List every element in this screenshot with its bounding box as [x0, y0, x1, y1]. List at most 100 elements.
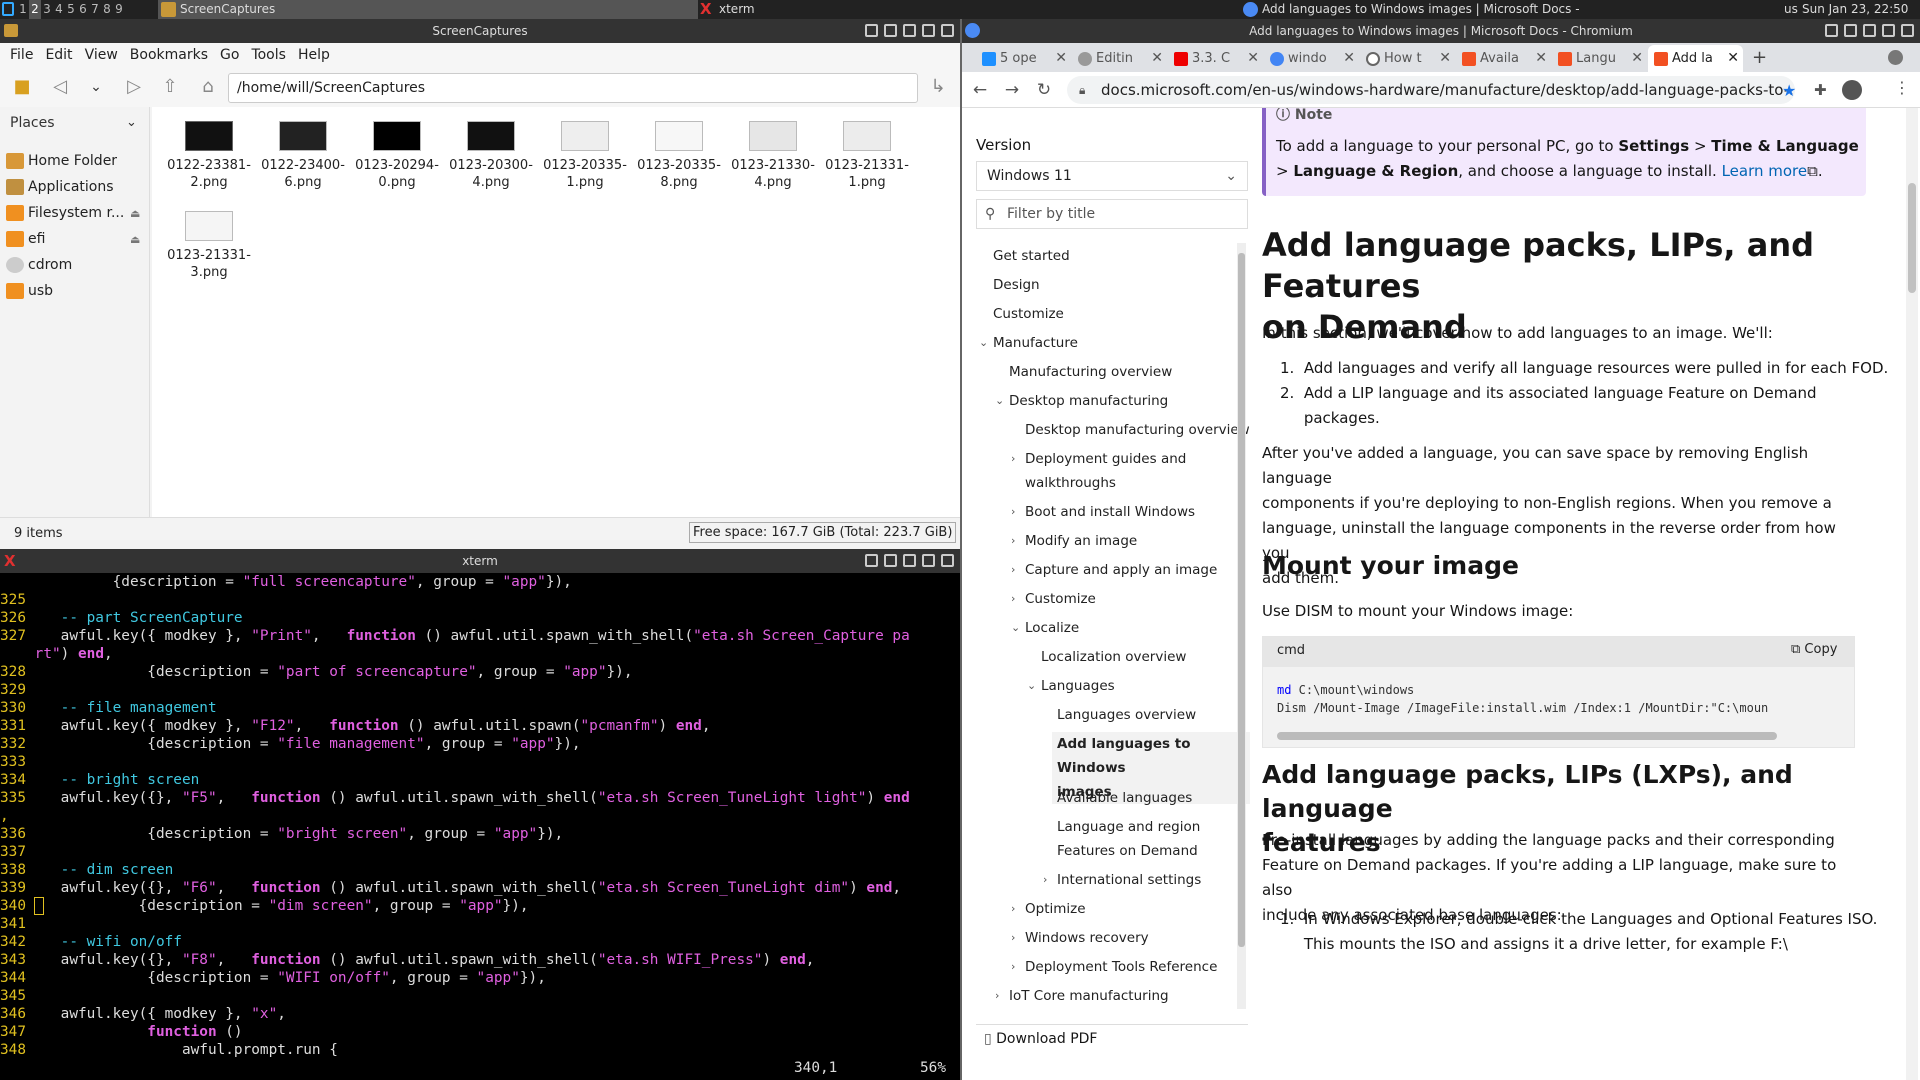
learn-more-link[interactable]: Learn more	[1722, 162, 1808, 180]
toc-desktop-manufacturing[interactable]: ⌄ Desktop manufacturing	[995, 389, 1168, 413]
new-tab-icon[interactable]: +	[1752, 47, 1767, 68]
version-select[interactable]: Windows 11 ⌄	[976, 161, 1248, 191]
task-xterm[interactable]: X xterm	[697, 0, 1232, 19]
tile-icon[interactable]	[1825, 24, 1838, 37]
tab-4[interactable]: windo ✕	[1264, 45, 1359, 72]
workspace-8[interactable]: 8	[101, 0, 113, 19]
close-icon[interactable]	[1901, 24, 1914, 37]
toc-localize[interactable]: ⌄ Localize	[1011, 616, 1079, 640]
copy-button[interactable]: ⧉ Copy	[1791, 642, 1837, 657]
workspace-1[interactable]: 1	[17, 0, 29, 19]
toc-get-started[interactable]: Get started	[993, 244, 1070, 268]
file-item[interactable]: 0123-20335- 1.png	[540, 121, 630, 191]
workspace-7[interactable]: 7	[89, 0, 101, 19]
filemanager-titlebar[interactable]: ScreenCaptures	[0, 19, 960, 43]
toc-languages[interactable]: ⌄ Languages	[1027, 674, 1115, 698]
tab-1[interactable]: 5 ope ✕	[976, 45, 1071, 72]
place-cdrom[interactable]: cdrom	[4, 253, 146, 277]
go-icon[interactable]: ↳	[926, 75, 950, 99]
toc-iot-core[interactable]: › IoT Core manufacturing	[995, 984, 1169, 1008]
workspace-6[interactable]: 6	[77, 0, 89, 19]
close-icon[interactable]: ✕	[1247, 45, 1259, 72]
toc-desktop-overview[interactable]: Desktop manufacturing overview	[1025, 418, 1250, 442]
close-icon[interactable]	[941, 554, 954, 567]
xterm-titlebar[interactable]: X xterm	[0, 549, 960, 573]
file-item[interactable]: 0122-23400- 6.png	[258, 121, 348, 191]
toc-manufacturing-overview[interactable]: Manufacturing overview	[1009, 360, 1172, 384]
launcher-icon[interactable]	[2, 2, 14, 16]
chevron-down-icon[interactable]: ⌄	[126, 115, 137, 130]
url-input[interactable]: 🔒︎ docs.microsoft.com/en-us/windows-hard…	[1067, 76, 1795, 104]
close-icon[interactable]: ✕	[1055, 45, 1067, 72]
lock-icon[interactable]: 🔒︎	[1079, 76, 1085, 104]
tab-3[interactable]: 3.3. C ✕	[1168, 45, 1263, 72]
toc-deployment-guides[interactable]: › Deployment guides and walkthroughs	[1011, 447, 1186, 495]
forward-icon[interactable]: →	[1000, 78, 1024, 102]
up-icon[interactable]: ⇧	[158, 75, 182, 99]
toc-design[interactable]: Design	[993, 273, 1040, 297]
close-icon[interactable]	[941, 24, 954, 37]
bookmark-star-icon[interactable]: ★	[1782, 81, 1796, 100]
new-tab-icon[interactable]: ■	[10, 75, 34, 99]
close-icon[interactable]: ✕	[1727, 45, 1739, 72]
task-filemanager[interactable]: ScreenCaptures	[158, 0, 698, 19]
close-icon[interactable]: ✕	[1343, 45, 1355, 72]
toc-capture-apply[interactable]: › Capture and apply an image	[1011, 558, 1217, 582]
page-scrollbar[interactable]	[1906, 108, 1918, 1080]
path-input[interactable]: /home/will/ScreenCaptures	[228, 73, 918, 103]
profile-avatar[interactable]	[1842, 80, 1862, 100]
workspace-9[interactable]: 9	[113, 0, 125, 19]
tab-8-active[interactable]: Add la ✕	[1648, 45, 1743, 72]
file-item[interactable]: 0123-21330- 4.png	[728, 121, 818, 191]
toc-boot-install[interactable]: › Boot and install Windows	[1011, 500, 1195, 524]
toc-languages-overview[interactable]: Languages overview	[1057, 703, 1196, 727]
eject-icon[interactable]: ⏏	[130, 207, 140, 220]
menu-go[interactable]: Go	[214, 43, 245, 67]
move-icon[interactable]	[884, 24, 897, 37]
tile-icon[interactable]	[865, 24, 878, 37]
menu-file[interactable]: File	[4, 43, 39, 67]
maximize-icon[interactable]	[922, 24, 935, 37]
code-scrollbar[interactable]	[1277, 732, 1777, 740]
terminal[interactable]: {description = "full screencapture", gro…	[0, 573, 960, 1080]
file-item[interactable]: 0123-20294- 0.png	[352, 121, 442, 191]
reload-icon[interactable]: ↻	[1032, 78, 1056, 102]
tab-search-icon[interactable]	[1888, 50, 1903, 65]
place-efi[interactable]: efi	[4, 227, 146, 251]
chromium-titlebar[interactable]: Add languages to Windows images | Micros…	[962, 19, 1920, 43]
toc-scrollbar[interactable]	[1237, 243, 1246, 1009]
toc-deployment-tools[interactable]: › Deployment Tools Reference	[1011, 955, 1217, 979]
file-item[interactable]: 0123-20335- 8.png	[634, 121, 724, 191]
toc-customize2[interactable]: › Customize	[1011, 587, 1096, 611]
toc-language-region[interactable]: Language and region Features on Demand	[1057, 815, 1200, 863]
maximize-icon[interactable]	[922, 554, 935, 567]
menu-edit[interactable]: Edit	[39, 43, 78, 67]
place-usb[interactable]: usb	[4, 279, 146, 303]
menu-tools[interactable]: Tools	[245, 43, 292, 67]
close-icon[interactable]: ✕	[1535, 45, 1547, 72]
toc-localization-overview[interactable]: Localization overview	[1041, 645, 1186, 669]
tab-2[interactable]: Editin ✕	[1072, 45, 1167, 72]
toc-optimize[interactable]: › Optimize	[1011, 897, 1086, 921]
close-icon[interactable]: ✕	[1151, 45, 1163, 72]
menu-view[interactable]: View	[79, 43, 124, 67]
back-icon[interactable]: ←	[968, 78, 992, 102]
pin-icon[interactable]	[903, 24, 916, 37]
tile-icon[interactable]	[865, 554, 878, 567]
home-icon[interactable]: ⌂	[196, 75, 220, 99]
history-chevron-down-icon[interactable]: ⌄	[84, 75, 108, 99]
menu-bookmarks[interactable]: Bookmarks	[124, 43, 214, 67]
workspace-2[interactable]: 2	[29, 0, 41, 19]
back-icon[interactable]: ◁	[48, 75, 72, 99]
place-filesystem[interactable]: Filesystem r...	[4, 201, 146, 225]
file-item[interactable]: 0123-21331- 1.png	[822, 121, 912, 191]
forward-icon[interactable]: ▷	[122, 75, 146, 99]
menu-kebab-icon[interactable]: ⋮	[1894, 78, 1910, 97]
workspace-5[interactable]: 5	[65, 0, 77, 19]
tab-6[interactable]: Availa ✕	[1456, 45, 1551, 72]
tab-5[interactable]: How t ✕	[1360, 45, 1455, 72]
place-home[interactable]: Home Folder	[4, 149, 146, 173]
toc-customize[interactable]: Customize	[993, 302, 1064, 326]
extensions-icon[interactable]: ✚	[1814, 81, 1827, 99]
maximize-icon[interactable]	[1882, 24, 1895, 37]
